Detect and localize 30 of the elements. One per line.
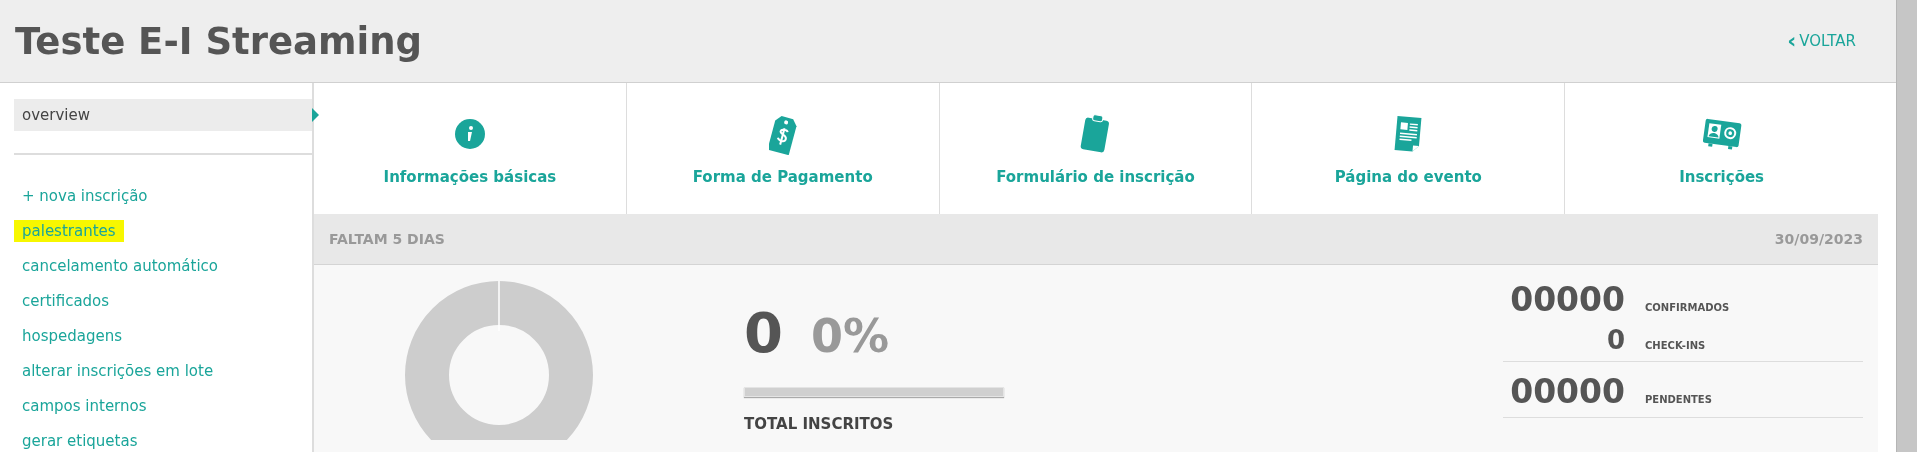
sidebar-link[interactable]: certificados	[14, 290, 118, 312]
total-label: TOTAL INSCRITOS	[744, 415, 895, 433]
sidebar-link[interactable]: hospedagens	[14, 325, 131, 347]
tile-label: Inscrições	[1679, 167, 1765, 186]
page-title: Teste E-I Streaming	[15, 19, 423, 63]
tile-label: Página do evento	[1334, 167, 1482, 186]
stat-value: 0	[1605, 325, 1625, 355]
percent-value: 0%	[810, 313, 890, 359]
event-date: 30/09/2023	[1774, 231, 1863, 247]
stat-label: CHECK-INS	[1645, 340, 1706, 351]
tile-label: Formulário de inscrição	[996, 167, 1195, 186]
stat-label: CONFIRMADOS	[1645, 302, 1730, 313]
sidebar-link[interactable]: campos internos	[14, 395, 155, 417]
total-count: 0	[744, 305, 783, 361]
info-icon	[454, 118, 485, 149]
sidebar-link[interactable]: palestrantes	[14, 220, 124, 242]
tile-label: Informações básicas	[383, 167, 557, 186]
tile-label: Forma de Pagamento	[692, 167, 873, 186]
sidebar-link[interactable]: gerar etiquetas	[14, 430, 146, 452]
stat-value: 00000	[1509, 372, 1625, 411]
stat-value: 00000	[1509, 280, 1625, 319]
back-link[interactable]: ‹VOLTAR	[1787, 30, 1856, 52]
sidebar-link[interactable]: alterar inscrições em lote	[14, 360, 222, 382]
sidebar-link[interactable]: cancelamento automático	[14, 255, 226, 277]
clipboard-icon	[1079, 112, 1112, 155]
contact-card-icon	[1701, 116, 1742, 151]
sidebar-link[interactable]: + nova inscrição	[14, 185, 156, 207]
stat-label: PENDENTES	[1645, 394, 1712, 405]
document-icon	[1393, 114, 1424, 153]
countdown-text: FALTAM 5 DIAS	[329, 231, 445, 247]
